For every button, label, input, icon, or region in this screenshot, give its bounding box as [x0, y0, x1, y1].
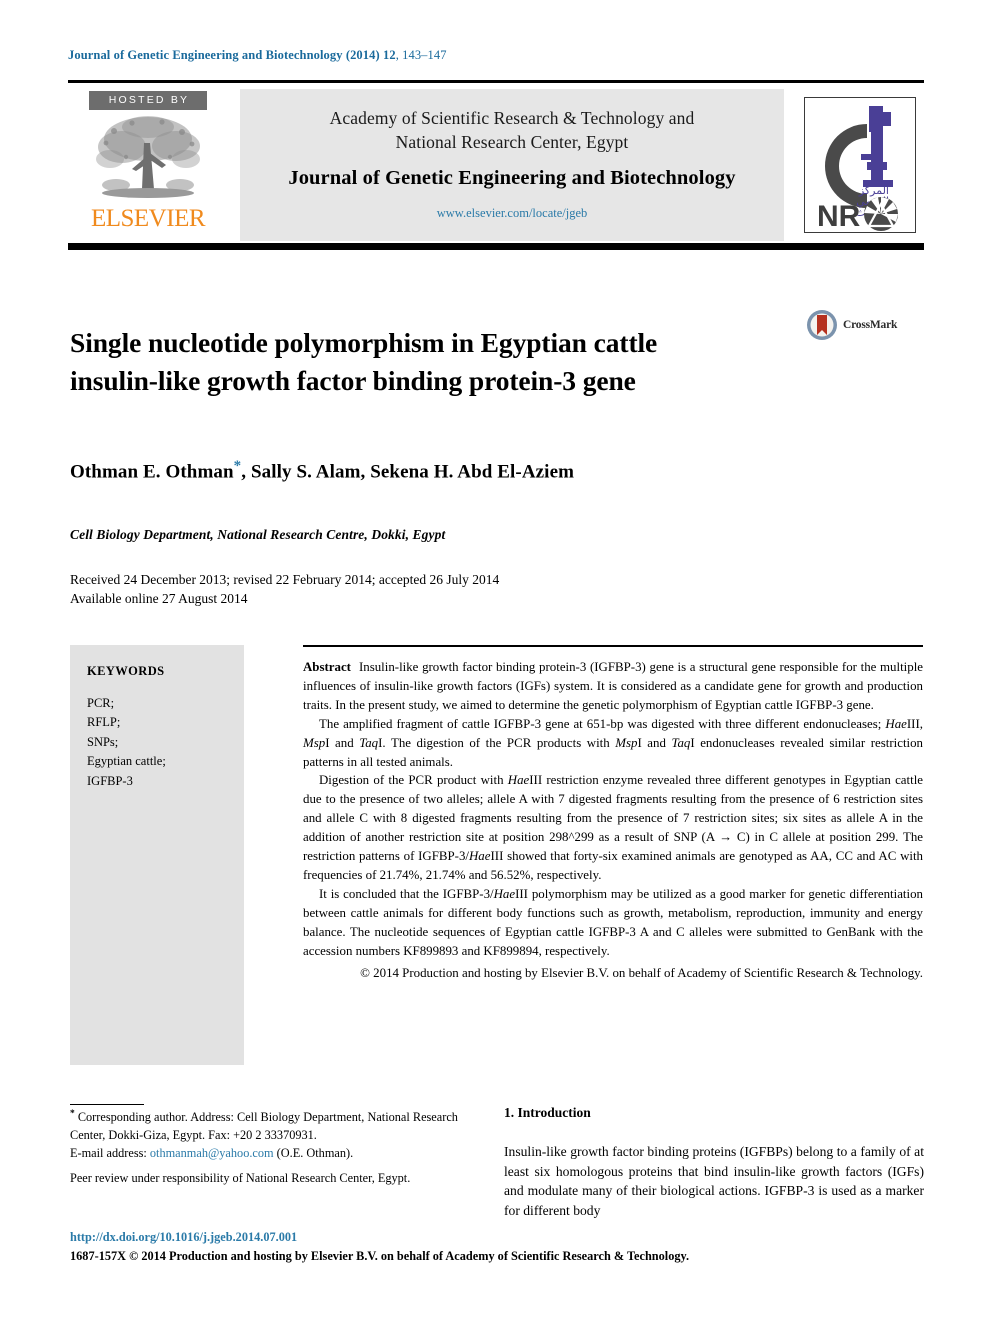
- enzyme-hae-3: Hae: [507, 773, 530, 788]
- author-others: , Sally S. Alam, Sekena H. Abd El-Aziem: [241, 461, 575, 483]
- enzyme-msp-2: Msp: [615, 735, 638, 750]
- abstract-section: Abstract Insulin-like growth factor bindi…: [303, 658, 923, 982]
- email-suffix: (O.E. Othman).: [273, 1145, 354, 1160]
- footnotes-section: * Corresponding author. Address: Cell Bi…: [70, 1108, 470, 1188]
- keywords-box: KEYWORDS PCR; RFLP; SNPs; Egyptian cattl…: [70, 645, 244, 1065]
- crossmark-icon: [807, 310, 837, 340]
- abstract-copyright: © 2014 Production and hosting by Elsevie…: [360, 965, 923, 980]
- enzyme-msp: Msp: [303, 735, 326, 750]
- keyword-item: Egyptian cattle;: [87, 754, 166, 768]
- enzyme-hae-4: Hae: [493, 886, 516, 901]
- keyword-item: PCR;: [87, 695, 115, 710]
- running-head-volume: 12: [382, 48, 396, 62]
- keywords-heading: KEYWORDS: [87, 664, 165, 678]
- abstract-paragraph-3: Digestion of the PCR product with HaeIII…: [303, 771, 923, 884]
- introduction-paragraph: Insulin-like growth factor binding prote…: [504, 1144, 924, 1219]
- keyword-item: IGFBP-3: [87, 773, 133, 788]
- society-line-2: National Research Center, Egypt: [395, 131, 629, 152]
- doi-link[interactable]: http://dx.doi.org/10.1016/j.jgeb.2014.07…: [70, 1228, 850, 1246]
- hosted-by-badge: HOSTED BY: [89, 91, 207, 110]
- nrc-logo-icon: المركز القومي للبحوث NR: [805, 98, 915, 233]
- abstract-paragraph-4: It is concluded that the IGFBP-3/HaeIII …: [303, 885, 923, 961]
- email-label: E-mail address:: [70, 1145, 150, 1160]
- journal-url-link[interactable]: www.elsevier.com/locate/jgeb: [437, 206, 588, 221]
- abstract-paragraph-2: The amplified fragment of cattle IGFBP-3…: [303, 715, 923, 772]
- journal-masthead: HOSTED BY ELSEVIER Academy of Scientific…: [68, 80, 924, 243]
- affiliation: Cell Biology Department, National Resear…: [70, 527, 446, 542]
- enzyme-hae: Hae: [885, 716, 907, 731]
- keyword-item: SNPs;: [87, 734, 119, 749]
- issn-copyright-line: 1687-157X © 2014 Production and hosting …: [70, 1249, 690, 1264]
- abstract-text-1: Insulin-like growth factor binding prote…: [303, 660, 923, 712]
- enzyme-hae-3b: Hae: [469, 849, 491, 864]
- corresponding-author-note: * Corresponding author. Address: Cell Bi…: [70, 1108, 470, 1145]
- author-list: Othman E. Othman*, Sally S. Alam, Sekena…: [70, 458, 870, 483]
- article-history: Received 24 December 2013; revised 22 Fe…: [70, 570, 770, 608]
- abstract-p2-e: I and: [637, 735, 672, 750]
- abstract-p2-d: I. The digestion of the PCR products wit…: [378, 735, 616, 750]
- abstract-p2-c: I and: [325, 735, 360, 750]
- journal-identity-panel: Academy of Scientific Research & Technol…: [240, 89, 784, 241]
- masthead-bottom-rule: [68, 243, 924, 250]
- running-head-journal: Journal of Genetic Engineering and Biote…: [68, 48, 380, 62]
- crossmark-label: CrossMark: [843, 319, 898, 331]
- history-line-1: Received 24 December 2013; revised 22 Fe…: [70, 572, 500, 587]
- abstract-p4-a: It is concluded that the IGFBP-3/: [319, 886, 494, 901]
- abstract-p2-b: III,: [906, 716, 923, 731]
- introduction-heading: 1. Introduction: [504, 1105, 591, 1120]
- elsevier-tree-icon: [96, 116, 200, 198]
- elsevier-wordmark: ELSEVIER: [90, 205, 206, 232]
- introduction-body: Insulin-like growth factor binding prote…: [504, 1142, 924, 1221]
- footer-block: http://dx.doi.org/10.1016/j.jgeb.2014.07…: [70, 1228, 850, 1265]
- email-note: E-mail address: othmanmah@yahoo.com (O.E…: [70, 1145, 470, 1163]
- nrc-logo-block: المركز القومي للبحوث NR: [796, 89, 924, 241]
- abstract-top-rule: [303, 645, 923, 647]
- page-title: Single nucleotide polymorphism in Egypti…: [70, 327, 658, 397]
- abstract-p2-a: The amplified fragment of cattle IGFBP-3…: [319, 716, 886, 731]
- abstract-paragraph-1: Abstract Insulin-like growth factor bindi…: [303, 658, 923, 715]
- journal-title: Journal of Genetic Engineering and Biote…: [288, 166, 736, 189]
- society-line-1: Academy of Scientific Research & Technol…: [329, 108, 695, 129]
- abstract-p3-a: Digestion of the PCR product with: [319, 773, 508, 788]
- enzyme-taq: Taq: [359, 735, 379, 750]
- elsevier-logo-block: HOSTED BY ELSEVIER: [68, 89, 228, 241]
- running-head: Journal of Genetic Engineering and Biote…: [68, 48, 447, 63]
- abstract-label: Abstract: [303, 660, 351, 674]
- author-primary: Othman E. Othman: [70, 461, 234, 483]
- history-line-2: Available online 27 August 2014: [70, 591, 248, 607]
- running-head-pages: , 143–147: [395, 48, 447, 62]
- peer-review-note: Peer review under responsibility of Nati…: [70, 1171, 411, 1186]
- keyword-item: RFLP;: [87, 715, 121, 729]
- article-first-page: Journal of Genetic Engineering and Biote…: [0, 0, 992, 1323]
- footnote-divider: [70, 1104, 144, 1105]
- enzyme-taq-2: Taq: [671, 735, 691, 750]
- svg-text:NR: NR: [817, 200, 861, 232]
- crossmark-badge[interactable]: CrossMark: [806, 308, 924, 342]
- corresponding-author-text: Corresponding author. Address: Cell Biol…: [70, 1110, 458, 1142]
- email-link[interactable]: othmanmah@yahoo.com: [150, 1146, 274, 1160]
